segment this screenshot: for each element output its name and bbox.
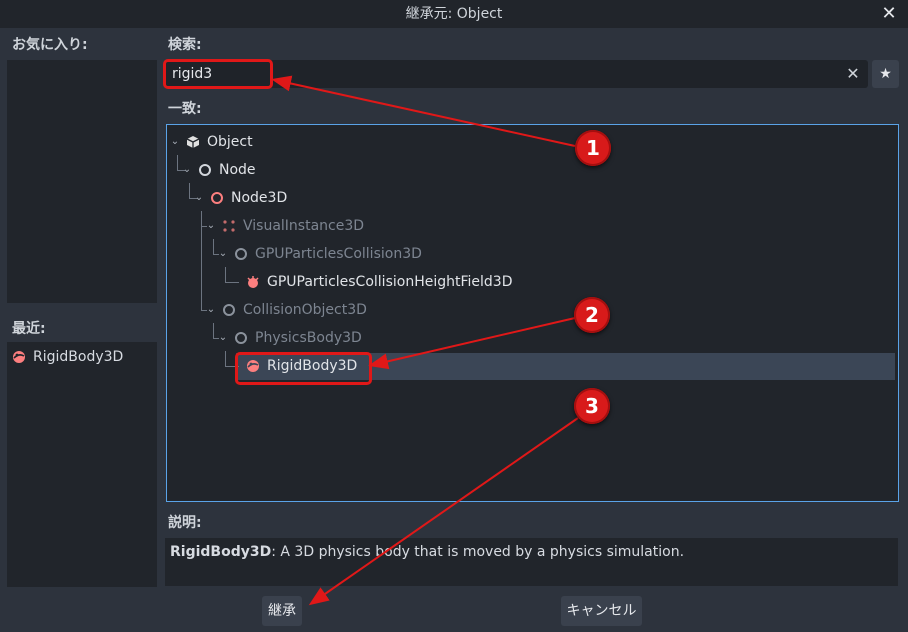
- annotation-arrows: [271, 75, 579, 606]
- annotation-arrow-3: [308, 417, 579, 606]
- annotation-callout-2: 2: [574, 297, 610, 333]
- annotation-arrow-2: [368, 317, 576, 370]
- annotation-callout-1: 1: [575, 130, 611, 166]
- annotation-callout-3: 3: [574, 388, 610, 424]
- annotation-arrow-1: [271, 75, 576, 147]
